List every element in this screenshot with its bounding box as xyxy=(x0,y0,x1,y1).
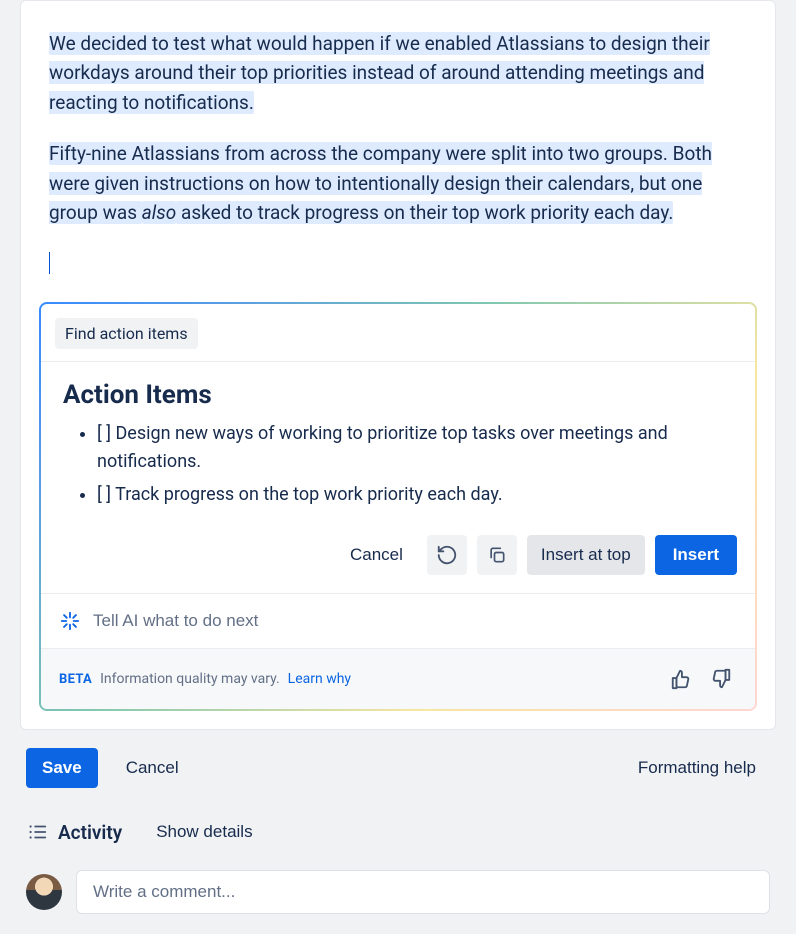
action-item: [ ] Design new ways of working to priori… xyxy=(97,420,733,476)
doc-paragraph-1: We decided to test what would happen if … xyxy=(49,32,710,114)
insert-at-top-button[interactable]: Insert at top xyxy=(527,535,645,575)
retry-icon xyxy=(436,544,458,566)
atlassian-ai-icon xyxy=(59,610,81,632)
action-item: [ ] Track progress on the top work prior… xyxy=(97,481,733,509)
document-text[interactable]: We decided to test what would happen if … xyxy=(49,29,747,288)
ai-prompt-row xyxy=(41,593,755,648)
doc-paragraph-2b: asked to track progress on their top wor… xyxy=(176,201,673,224)
insert-button[interactable]: Insert xyxy=(655,535,737,575)
thumbs-down-button[interactable] xyxy=(705,663,737,695)
avatar[interactable] xyxy=(26,874,62,910)
comment-row xyxy=(20,852,776,914)
comment-input[interactable] xyxy=(76,870,770,914)
ai-result-heading: Action Items xyxy=(63,380,733,410)
learn-why-link[interactable]: Learn why xyxy=(288,671,351,687)
ai-panel: Find action items Action Items [ ] Desig… xyxy=(39,302,757,712)
editor-cancel-button[interactable]: Cancel xyxy=(112,748,193,788)
thumbs-down-icon xyxy=(710,668,732,690)
doc-paragraph-2-em: also xyxy=(142,201,177,224)
thumbs-up-icon xyxy=(670,668,692,690)
thumbs-up-button[interactable] xyxy=(665,663,697,695)
activity-icon xyxy=(26,821,48,843)
beta-badge: BETA xyxy=(59,672,92,687)
editor-footer-row: Save Cancel Formatting help xyxy=(20,730,776,788)
ai-actions-row: Cancel Insert at top Insert xyxy=(41,521,755,593)
ai-operation-chip[interactable]: Find action items xyxy=(55,318,198,349)
ai-prompt-input[interactable] xyxy=(93,611,737,631)
show-details-button[interactable]: Show details xyxy=(142,812,266,852)
cancel-button[interactable]: Cancel xyxy=(336,535,417,575)
ai-footer: BETA Information quality may vary. Learn… xyxy=(41,648,755,709)
copy-button[interactable] xyxy=(477,535,517,575)
activity-title: Activity xyxy=(58,821,122,844)
ai-result-body: Action Items [ ] Design new ways of work… xyxy=(41,362,755,522)
ai-panel-header: Find action items xyxy=(41,304,755,362)
activity-header: Activity Show details xyxy=(20,788,776,852)
copy-icon xyxy=(487,545,507,565)
retry-button[interactable] xyxy=(427,535,467,575)
editor-card: We decided to test what would happen if … xyxy=(20,0,776,730)
quality-text: Information quality may vary. xyxy=(100,671,280,687)
save-button[interactable]: Save xyxy=(26,748,98,788)
formatting-help-button[interactable]: Formatting help xyxy=(624,748,770,788)
text-cursor xyxy=(49,252,50,274)
